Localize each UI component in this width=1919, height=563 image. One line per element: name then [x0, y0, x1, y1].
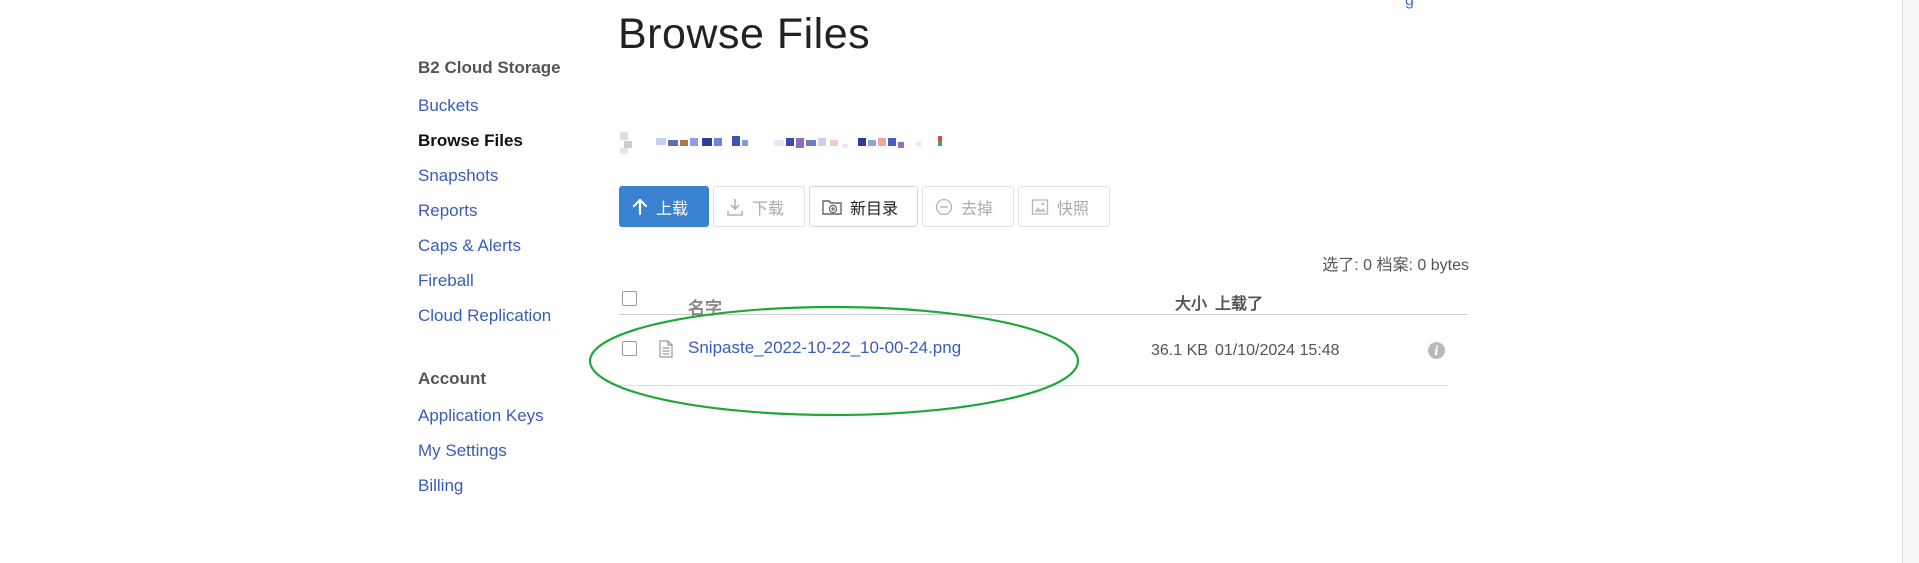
file-size: 36.1 KB — [1151, 342, 1208, 359]
bucket-name-obscured — [620, 132, 990, 156]
page: g B2 Cloud Storage Buckets Browse Files … — [0, 0, 1919, 563]
delete-button[interactable]: 去掉 — [922, 186, 1014, 227]
new-folder-icon — [822, 199, 842, 215]
delete-icon — [935, 198, 953, 215]
download-icon — [727, 198, 743, 216]
scrollbar[interactable] — [1902, 0, 1919, 563]
sidebar-item-my-settings[interactable]: My Settings — [418, 441, 507, 461]
snapshot-button[interactable]: 快照 — [1018, 186, 1110, 227]
file-uploaded-date: 01/10/2024 15:48 — [1215, 342, 1340, 359]
selection-summary: 选了: 0 档案: 0 bytes — [1322, 257, 1469, 274]
upload-button-label: 上载 — [656, 200, 689, 218]
new-folder-button[interactable]: 新目录 — [809, 186, 918, 227]
page-title: Browse Files — [618, 10, 871, 58]
upload-button[interactable]: 上载 — [619, 186, 709, 227]
sidebar-heading-storage: B2 Cloud Storage — [418, 58, 561, 77]
sidebar-item-application-keys[interactable]: Application Keys — [418, 406, 544, 426]
column-header-size[interactable]: 大小 — [1175, 290, 1207, 314]
sidebar-item-snapshots[interactable]: Snapshots — [418, 166, 498, 186]
sidebar-item-billing[interactable]: Billing — [418, 476, 463, 496]
top-nav-link-fragment[interactable]: g — [1405, 0, 1414, 10]
column-header-uploaded[interactable]: 上载了 — [1215, 290, 1263, 314]
sidebar-item-reports[interactable]: Reports — [418, 201, 478, 221]
delete-button-label: 去掉 — [961, 200, 994, 218]
highlight-annotation-ellipse — [588, 305, 1080, 417]
sidebar-item-buckets[interactable]: Buckets — [418, 96, 478, 116]
sidebar-item-fireball[interactable]: Fireball — [418, 271, 474, 291]
info-icon[interactable]: i — [1428, 342, 1445, 359]
snapshot-icon — [1031, 198, 1049, 215]
sidebar-item-browse-files[interactable]: Browse Files — [418, 131, 523, 151]
download-button-label: 下载 — [752, 200, 785, 218]
sidebar-item-cloud-replication[interactable]: Cloud Replication — [418, 306, 551, 326]
new-folder-button-label: 新目录 — [850, 200, 899, 218]
download-button[interactable]: 下载 — [713, 186, 805, 227]
sidebar-heading-account: Account — [418, 369, 486, 388]
snapshot-button-label: 快照 — [1057, 200, 1090, 218]
upload-icon — [632, 198, 648, 215]
sidebar-item-caps-alerts[interactable]: Caps & Alerts — [418, 236, 521, 256]
